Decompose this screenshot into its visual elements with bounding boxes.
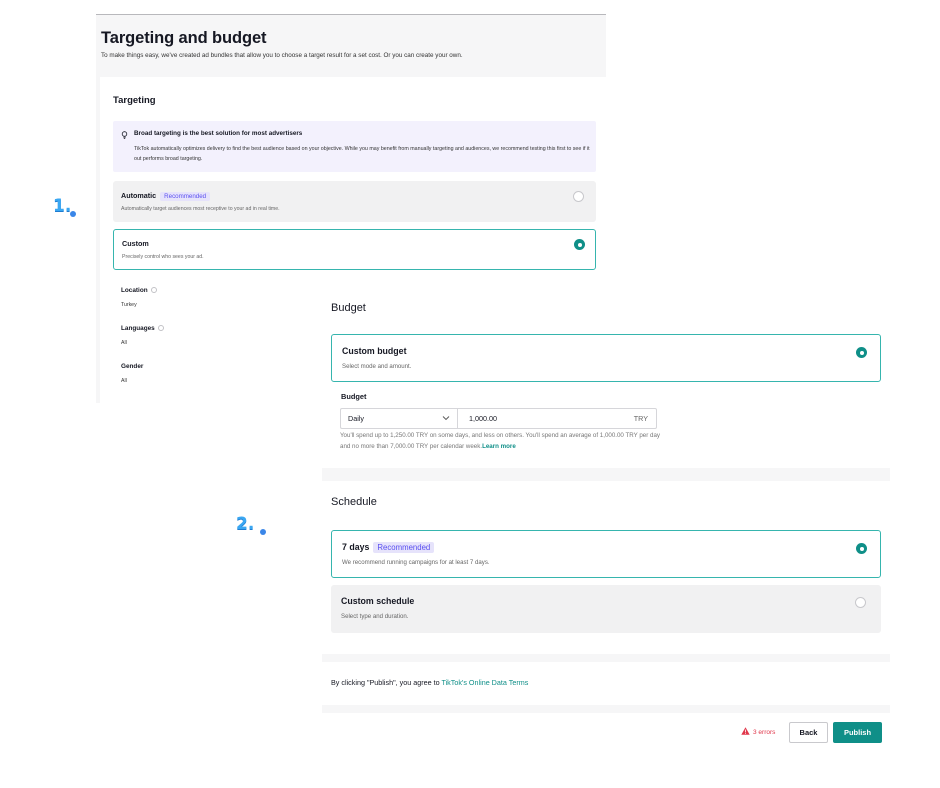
marker-dot (70, 211, 76, 217)
budget-help-text: You'll spend up to 1,250.00 TRY on some … (340, 432, 660, 450)
page-subtitle: To make things easy, we've created ad bu… (101, 52, 463, 59)
budget-mode-value: Daily (348, 414, 364, 423)
radio-selected[interactable] (856, 347, 867, 358)
step-marker-2: 2. (236, 514, 255, 534)
broad-targeting-notice: Broad targeting is the best solution for… (113, 121, 596, 172)
chevron-down-icon (442, 416, 450, 421)
schedule-option-custom[interactable]: Custom schedule Select type and duration… (331, 585, 881, 633)
targeting-section-title: Targeting (113, 95, 156, 106)
languages-label: Languages (121, 325, 164, 332)
option-description: We recommend running campaigns for at le… (342, 559, 490, 566)
radio-selected[interactable] (856, 543, 867, 554)
location-label: Location (121, 287, 157, 294)
budget-schedule-panel: Budget Custom budget Select mode and amo… (322, 284, 890, 744)
recommended-badge: Recommended (373, 542, 435, 553)
budget-mode-select[interactable]: Daily (340, 408, 457, 429)
budget-label: Budget (341, 392, 367, 401)
languages-value: All (121, 340, 127, 346)
radio-unselected[interactable] (573, 191, 584, 202)
terms-section: By clicking "Publish", you agree to TikT… (322, 662, 890, 705)
data-terms-link[interactable]: TikTok's Online Data Terms (441, 678, 528, 687)
gender-label: Gender (121, 363, 144, 370)
currency-label: TRY (633, 414, 648, 423)
budget-section: Budget Custom budget Select mode and amo… (322, 284, 890, 468)
page-title: Targeting and budget (101, 29, 267, 47)
custom-budget-option[interactable]: Custom budget Select mode and amount. (331, 334, 881, 382)
footer-bar: 3 errors Back Publish (322, 713, 890, 744)
budget-amount-input[interactable]: 1,000.00 TRY (457, 408, 657, 429)
terms-text: By clicking "Publish", you agree to TikT… (331, 678, 529, 687)
targeting-option-custom[interactable]: Custom Precisely control who sees your a… (113, 229, 596, 270)
recommended-badge: Recommended (160, 192, 211, 201)
publish-button[interactable]: Publish (833, 722, 882, 743)
option-label: 7 days Recommended (342, 542, 435, 553)
option-description: Select mode and amount. (342, 363, 412, 370)
schedule-section-title: Schedule (331, 496, 377, 508)
notice-body: TikTok automatically optimizes delivery … (134, 146, 590, 162)
radio-unselected[interactable] (855, 597, 866, 608)
option-description: Precisely control who sees your ad. (122, 254, 204, 260)
lightbulb-icon (121, 131, 128, 139)
option-label: Custom budget (342, 346, 407, 356)
option-label: Custom (122, 239, 149, 248)
gender-value: All (121, 378, 127, 384)
learn-more-link[interactable]: Learn more (482, 443, 516, 450)
step-marker-1: 1. (53, 196, 72, 216)
budget-amount-value: 1,000.00 (469, 414, 497, 423)
budget-section-title: Budget (331, 302, 366, 314)
notice-title: Broad targeting is the best solution for… (134, 130, 303, 137)
option-description: Select type and duration. (341, 613, 409, 620)
targeting-option-automatic[interactable]: Automatic Recommended Automatically targe… (113, 181, 596, 222)
schedule-option-7-days[interactable]: 7 days Recommended We recommend running c… (331, 530, 881, 578)
info-icon[interactable] (150, 287, 157, 294)
schedule-section: Schedule 7 days Recommended We recommend … (322, 481, 890, 654)
location-value: Turkey (121, 302, 137, 308)
warning-icon (741, 727, 750, 735)
error-count[interactable]: 3 errors (741, 727, 775, 736)
option-label: Custom schedule (341, 596, 415, 606)
option-label: Automatic Recommended (121, 191, 211, 201)
back-button[interactable]: Back (789, 722, 828, 743)
option-description: Automatically target audiences most rece… (121, 206, 280, 212)
marker-dot (260, 529, 266, 535)
info-icon[interactable] (157, 325, 164, 332)
radio-selected[interactable] (574, 239, 585, 250)
